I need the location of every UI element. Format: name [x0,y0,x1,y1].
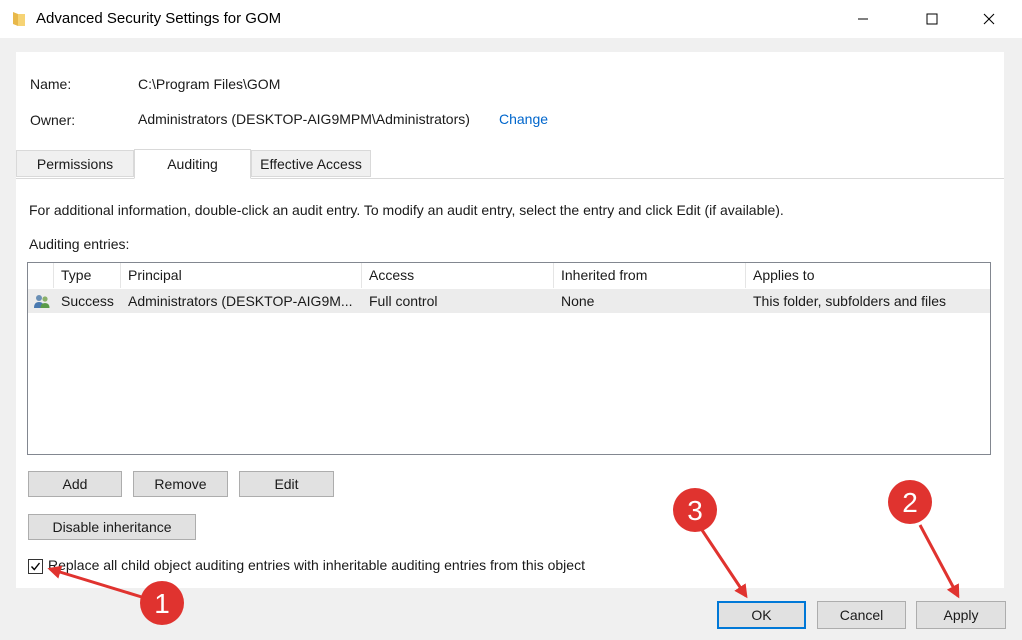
maximize-icon [926,13,938,25]
close-icon [983,13,995,25]
add-button[interactable]: Add [28,471,122,497]
column-type[interactable]: Type [54,263,121,288]
cell-access: Full control [369,293,438,309]
auditing-entries-list[interactable]: Type Principal Access Inherited from App… [27,262,991,455]
name-value: C:\Program Files\GOM [138,76,281,92]
change-owner-link[interactable]: Change [499,111,548,127]
auditing-description: For additional information, double-click… [29,202,784,218]
apply-button[interactable]: Apply [916,601,1006,629]
minimize-button[interactable] [840,0,886,38]
owner-value: Administrators (DESKTOP-AIG9MPM\Administ… [138,111,470,127]
annotation-number-1: 1 [154,588,170,619]
table-row[interactable]: Success Administrators (DESKTOP-AIG9M...… [28,289,990,313]
column-icon [28,263,54,288]
name-label: Name: [30,76,72,92]
column-applies-to[interactable]: Applies to [746,263,990,288]
column-access[interactable]: Access [362,263,554,288]
list-header: Type Principal Access Inherited from App… [28,263,990,288]
close-button[interactable] [966,0,1012,38]
folder-icon [13,12,25,26]
tab-permissions[interactable]: Permissions [16,150,134,177]
tab-auditing[interactable]: Auditing [134,149,251,179]
owner-label: Owner: [30,112,76,128]
column-inherited-from[interactable]: Inherited from [554,263,746,288]
tab-effective-access[interactable]: Effective Access [251,150,371,177]
auditing-entries-label: Auditing entries: [29,236,130,252]
maximize-button[interactable] [909,0,955,38]
ok-button[interactable]: OK [717,601,806,629]
replace-checkbox[interactable] [28,559,43,574]
column-principal[interactable]: Principal [121,263,362,288]
edit-button[interactable]: Edit [239,471,334,497]
remove-button[interactable]: Remove [133,471,228,497]
main-panel: Name: C:\Program Files\GOM Owner: Admini… [16,52,1004,588]
minimize-icon [858,18,868,20]
auditing-tab-content: For additional information, double-click… [16,178,1004,588]
cell-inherited-from: None [561,293,595,309]
cancel-button[interactable]: Cancel [817,601,906,629]
cell-type: Success [61,293,114,309]
window-title: Advanced Security Settings for GOM [36,10,282,27]
title-bar: Advanced Security Settings for GOM [0,0,1022,39]
checkmark-icon [30,562,41,571]
cell-principal: Administrators (DESKTOP-AIG9M... [128,293,353,309]
cell-applies-to: This folder, subfolders and files [753,293,946,309]
users-icon [34,295,50,308]
replace-checkbox-label[interactable]: Replace all child object auditing entrie… [48,557,585,573]
disable-inheritance-button[interactable]: Disable inheritance [28,514,196,540]
